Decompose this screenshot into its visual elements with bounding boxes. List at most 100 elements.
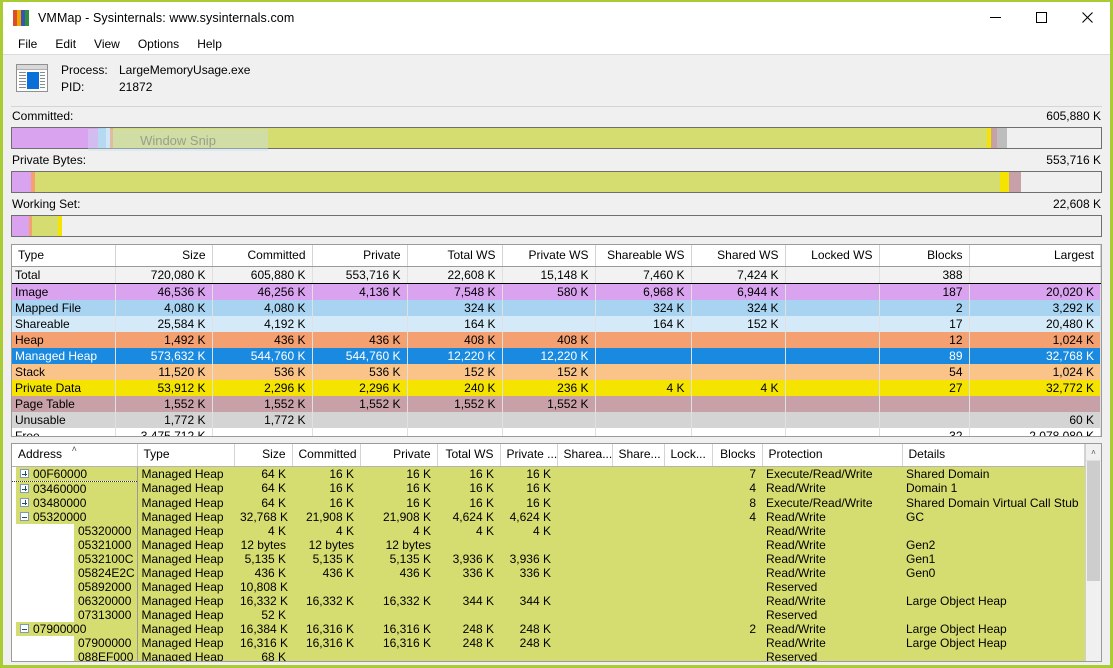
menu-item-help[interactable]: Help xyxy=(188,34,231,54)
summary-row-stack[interactable]: Stack 11,520 K 536 K 536 K 152 K 152 K 54 1,024… xyxy=(12,363,1101,380)
scroll-up-arrow-icon[interactable]: ˄ xyxy=(1086,444,1101,461)
detail-table-row[interactable]: 05824E2C Managed Heap 436 K 436 K 436 K 336 K… xyxy=(12,565,1085,580)
tree-gutter xyxy=(12,537,74,552)
detail-col-header-4[interactable]: Private xyxy=(360,444,438,467)
expand-node-icon[interactable] xyxy=(20,497,29,507)
summary-row-shareable[interactable]: Shareable 25,584 K 4,192 K 164 K 164 K 152 K1… xyxy=(12,315,1101,332)
bar-segment-private-data xyxy=(58,216,63,236)
detail-cell: Reserved xyxy=(766,649,818,662)
summary-col-header-5[interactable]: Private WS xyxy=(502,245,596,267)
tree-gutter xyxy=(12,467,16,480)
summary-row-mapped-file[interactable]: Mapped File 4,080 K 4,080 K 324 K 324 K 324 K… xyxy=(12,299,1101,316)
expand-node-icon[interactable] xyxy=(20,468,29,478)
collapse-node-icon[interactable] xyxy=(20,511,29,521)
bar-segment-mapped-file xyxy=(98,128,107,148)
summary-row-free[interactable]: Free 3,475,712 K 32 2,078,080 K xyxy=(12,427,1101,436)
summary-row-heap[interactable]: Heap 1,492 K 436 K 436 K 408 K 408 K 12 1,024 K xyxy=(12,331,1101,348)
detail-table-row[interactable]: 05321000 Managed Heap 12 bytes 12 bytes 12 b… xyxy=(12,537,1085,552)
detail-cell xyxy=(664,566,712,580)
summary-cell: Unusable xyxy=(12,411,116,428)
detail-table-row[interactable]: 03460000 Managed Heap 64 K 16 K 16 K 16 K 16 K… xyxy=(12,481,1085,496)
detail-col-header-label: Private xyxy=(393,447,431,462)
detail-table-row[interactable]: 05892000 Managed Heap 10,808 K Reserved xyxy=(12,579,1085,594)
menu-item-options[interactable]: Options xyxy=(129,34,188,54)
summary-cell: 12,220 K xyxy=(407,347,503,364)
detail-table-row[interactable]: 05320000 Managed Heap 4 K 4 K 4 K 4 K 4 K Read/… xyxy=(12,523,1085,538)
detail-cell: Read/Write xyxy=(766,621,826,636)
detail-cell: 16,316 K xyxy=(382,621,431,636)
summary-row-private-data[interactable]: Private Data 53,912 K 2,296 K 2,296 K 240 K2… xyxy=(12,379,1101,396)
menu-item-view[interactable]: View xyxy=(85,34,129,54)
summary-col-header-2[interactable]: Committed xyxy=(212,245,313,267)
summary-cell: 2,296 K xyxy=(312,379,408,396)
detail-col-header-1[interactable]: Type xyxy=(137,444,235,467)
detail-col-header-label: Details xyxy=(908,447,946,462)
summary-row-unusable[interactable]: Unusable 1,772 K 1,772 K 60 K xyxy=(12,411,1101,428)
maximize-button[interactable] xyxy=(1018,2,1064,33)
summary-cell: 2 xyxy=(879,299,970,316)
detail-table-row[interactable]: 07900000 Managed Heap 16,316 K 16,316 K 16,3… xyxy=(12,635,1085,650)
summary-col-header-0[interactable]: Type xyxy=(12,245,116,267)
detail-table-row[interactable]: 00F60000 Managed Heap 64 K 16 K 16 K 16 K 16 K… xyxy=(12,465,1085,482)
summary-col-header-3[interactable]: Private xyxy=(312,245,408,267)
summary-col-header-4[interactable]: Total WS xyxy=(407,245,503,267)
detail-cell: 4,624 K xyxy=(452,509,494,524)
detail-col-header-8[interactable]: Share... xyxy=(612,444,665,467)
summary-col-header-8[interactable]: Locked WS xyxy=(785,245,880,267)
detail-col-header-10[interactable]: Blocks xyxy=(712,444,763,467)
detail-cell: Managed Heap xyxy=(141,621,224,636)
detail-cell xyxy=(557,552,612,566)
summary-col-header-1[interactable]: Size xyxy=(115,245,213,267)
detail-table-row[interactable]: 0532100C Managed Heap 5,135 K 5,135 K 5,135 … xyxy=(12,551,1085,566)
summary-row-page-table[interactable]: Page Table 1,552 K 1,552 K 1,552 K 1,552 K 1,… xyxy=(12,395,1101,412)
bar-segment-unusable xyxy=(997,128,1008,148)
detail-cell xyxy=(664,538,712,552)
address-value: 07900000 xyxy=(33,621,87,636)
detail-table-panel[interactable]: Address ˄ Type Size Committed Private Total WS… xyxy=(11,443,1102,662)
summary-row-total[interactable]: Total 720,080 K 605,880 K 553,716 K 22,608 K… xyxy=(12,266,1101,284)
detail-col-header-7[interactable]: Sharea... xyxy=(557,444,613,467)
detail-col-header-6[interactable]: Private ... xyxy=(500,444,558,467)
graph-header-1: Private Bytes: 553,716 K xyxy=(11,151,1102,171)
detail-cell xyxy=(664,636,712,650)
graph-section-2: Working Set: 22,608 K xyxy=(11,195,1102,237)
detail-col-header-3[interactable]: Committed xyxy=(292,444,361,467)
scrollbar-thumb[interactable] xyxy=(1087,461,1100,581)
summary-row-image[interactable]: Image 46,536 K 46,256 K 4,136 K 7,548 K 580 K… xyxy=(12,283,1101,300)
summary-cell xyxy=(312,315,408,332)
tree-gutter xyxy=(12,551,74,566)
detail-scrollbar[interactable]: ˄ xyxy=(1085,444,1101,661)
detail-table-row[interactable]: 07900000 Managed Heap 16,384 K 16,316 K 16,3… xyxy=(12,621,1085,636)
summary-col-header-9[interactable]: Blocks xyxy=(879,245,970,267)
detail-table-row[interactable]: 07313000 Managed Heap 52 K Reserved xyxy=(12,607,1085,622)
summary-col-header-10[interactable]: Largest xyxy=(969,245,1101,267)
detail-cell xyxy=(557,636,612,650)
summary-cell: 1,552 K xyxy=(407,395,503,412)
detail-col-header-12[interactable]: Details xyxy=(902,444,1085,467)
detail-col-header-11[interactable]: Protection xyxy=(762,444,903,467)
detail-cell xyxy=(437,650,500,662)
address-value: 07900000 xyxy=(78,635,132,650)
detail-table-row[interactable]: 06320000 Managed Heap 16,332 K 16,332 K 16,3… xyxy=(12,593,1085,608)
summary-cell: 1,552 K xyxy=(502,395,596,412)
detail-table-row[interactable]: 05320000 Managed Heap 32,768 K 21,908 K 21,9… xyxy=(12,509,1085,524)
collapse-node-icon[interactable] xyxy=(20,623,29,633)
tree-gutter xyxy=(12,621,16,636)
scrollbar-track[interactable] xyxy=(1086,581,1101,661)
menu-item-file[interactable]: File xyxy=(9,34,46,54)
detail-table-row[interactable]: 088EF000 Managed Heap 68 K Reserved xyxy=(12,649,1085,662)
detail-col-header-0[interactable]: Address ˄ xyxy=(12,444,138,467)
summary-col-header-6[interactable]: Shareable WS xyxy=(595,245,692,267)
summary-row-managed-heap[interactable]: Managed Heap 573,632 K 544,760 K 544,760 K1… xyxy=(12,347,1101,364)
summary-cell: 1,552 K xyxy=(212,395,313,412)
expand-node-icon[interactable] xyxy=(20,483,29,493)
menu-item-edit[interactable]: Edit xyxy=(46,34,85,54)
summary-col-header-7[interactable]: Shared WS xyxy=(691,245,786,267)
summary-table-panel[interactable]: Type Size Committed Private Total WS Private … xyxy=(11,244,1102,437)
close-button[interactable] xyxy=(1064,2,1110,33)
minimize-button[interactable] xyxy=(972,2,1018,33)
detail-table-row[interactable]: 03480000 Managed Heap 64 K 16 K 16 K 16 K 16 K… xyxy=(12,495,1085,510)
detail-col-header-9[interactable]: Lock... xyxy=(664,444,713,467)
detail-col-header-5[interactable]: Total WS xyxy=(437,444,501,467)
detail-col-header-2[interactable]: Size xyxy=(234,444,293,467)
